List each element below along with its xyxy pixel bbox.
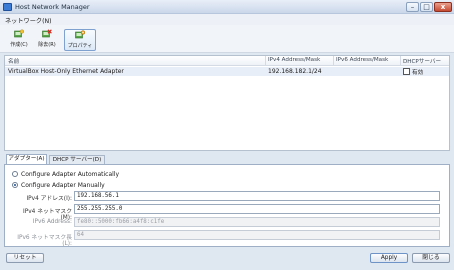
apply-button[interactable]: Apply (370, 253, 408, 263)
ipv4-address-label: IPv4 アドレス(I): (26, 196, 72, 202)
create-button[interactable]: 作成(C) (6, 29, 32, 51)
create-network-icon (14, 29, 24, 39)
close-button[interactable]: 閉じる (412, 253, 450, 263)
ipv6-address-input[interactable]: fe80::5000:fb66:a4f8:c1fe (74, 217, 440, 227)
column-header-ipv4[interactable]: IPv4 Address/Mask (268, 57, 320, 63)
ipv6-address-label: IPv6 Address: (32, 219, 72, 225)
configure-automatically-label[interactable]: Configure Adapter Automatically (21, 171, 119, 178)
create-label: 作成(C) (10, 42, 28, 48)
column-header-ipv6[interactable]: IPv6 Address/Mask (336, 57, 388, 63)
remove-network-icon (42, 29, 52, 39)
close-window-button[interactable]: x (434, 2, 452, 12)
properties-button[interactable]: プロパティ (64, 29, 96, 51)
properties-icon (75, 30, 86, 40)
adapter-name-cell: VirtualBox Host-Only Ethernet Adapter (8, 68, 124, 75)
ipv4-cell: 192.168.182.1/24 (268, 68, 322, 75)
menu-bar (0, 14, 454, 25)
properties-label: プロパティ (67, 43, 93, 49)
column-separator (333, 56, 334, 66)
remove-label: 除去(R) (38, 42, 56, 48)
remove-button[interactable]: 除去(R) (34, 29, 60, 51)
column-header-dhcp[interactable]: DHCPサーバー (403, 57, 441, 65)
menu-network[interactable]: ネットワーク(N) (5, 16, 52, 25)
tab-dhcp-server[interactable]: DHCP サーバー(D) (49, 155, 105, 164)
ipv6-prefix-length-label: IPv6 ネットマスク長(L): (17, 235, 72, 247)
dhcp-status-label: 有効 (412, 70, 424, 76)
configure-manually-label[interactable]: Configure Adapter Manually (21, 182, 105, 189)
ipv4-address-input[interactable]: 192.168.56.1 (74, 191, 440, 201)
window-title: Host Network Manager (15, 3, 90, 11)
column-header-name[interactable]: 名前 (8, 57, 19, 65)
configure-manually-radio[interactable] (12, 182, 18, 188)
ipv6-prefix-length-input[interactable]: 64 (74, 230, 440, 240)
dhcp-enabled-checkbox[interactable] (403, 68, 410, 75)
app-icon (3, 3, 12, 11)
ipv4-netmask-input[interactable]: 255.255.255.0 (74, 204, 440, 214)
dhcp-cell: 有効 (403, 68, 423, 76)
minimize-button[interactable]: – (406, 2, 419, 12)
reset-button[interactable]: リセット (6, 253, 44, 263)
configure-automatically-radio[interactable] (12, 171, 18, 177)
column-separator (265, 56, 266, 66)
tab-adapter[interactable]: アダプター(A) (6, 154, 47, 164)
column-separator (400, 56, 401, 66)
maximize-button[interactable]: □ (420, 2, 433, 12)
